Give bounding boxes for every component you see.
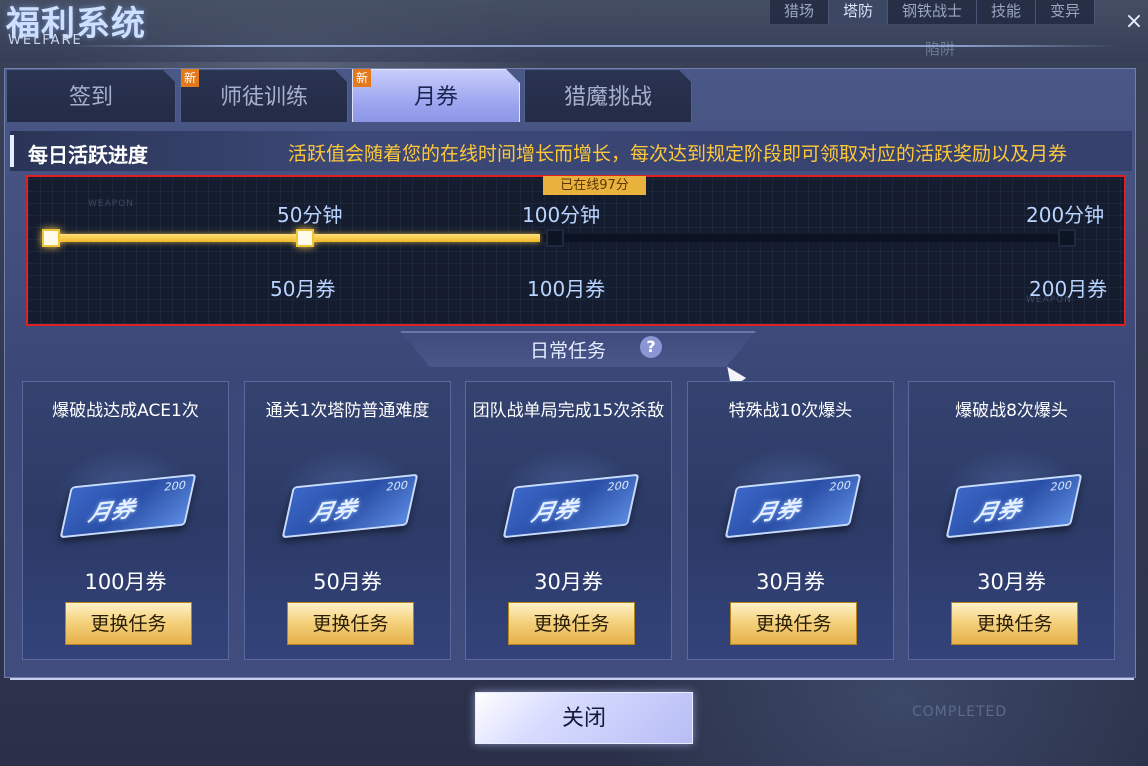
- ticket-number: 200: [384, 478, 410, 494]
- bg-trap-label: 陷阱: [925, 40, 956, 58]
- tab-demon-hunt[interactable]: 猎魔挑战: [524, 69, 692, 122]
- task-reward: 30月券: [534, 570, 603, 594]
- bg-tab-iron-warrior: 钢铁战士: [888, 0, 978, 24]
- task-name: 通关1次塔防普通难度: [265, 401, 430, 421]
- tab-sign-in[interactable]: 签到: [6, 69, 176, 122]
- progress-header: 每日活跃进度 活跃值会随着您的在线时间增长而增长，每次达到规定阶段即可领取对应的…: [10, 131, 1132, 171]
- task-card: 爆破战8次爆头 月券 200 30月券 更换任务: [908, 381, 1115, 660]
- milestone-node-200[interactable]: [1058, 229, 1076, 247]
- milestone-reward-200: 200月券: [1029, 277, 1108, 301]
- ticket-number: 200: [827, 478, 853, 494]
- background-tab-strip: 猎场 塔防 钢铁战士 技能 变异: [770, 0, 1096, 26]
- progress-title: 每日活跃进度: [28, 143, 148, 167]
- ticket-text: 月券: [86, 497, 137, 527]
- progress-description: 活跃值会随着您的在线时间增长而增长，每次达到规定阶段即可领取对应的活跃奖励以及月…: [288, 143, 1068, 165]
- change-task-button[interactable]: 更换任务: [508, 602, 635, 645]
- ticket-number: 200: [605, 478, 631, 494]
- progress-track-panel: WEAPON WEAPON: [26, 175, 1126, 326]
- new-badge: 新: [353, 69, 371, 87]
- tab-mentor-training[interactable]: 新 师徒训练: [180, 69, 348, 122]
- milestone-node-100[interactable]: [546, 229, 564, 247]
- change-task-button[interactable]: 更换任务: [951, 602, 1078, 645]
- task-name: 特殊战10次爆头: [728, 401, 853, 421]
- ticket-number: 200: [162, 478, 188, 494]
- help-icon[interactable]: ?: [640, 336, 662, 358]
- new-badge: 新: [181, 69, 199, 87]
- ticket-number: 200: [1048, 478, 1074, 494]
- task-reward: 30月券: [977, 570, 1046, 594]
- task-reward: 30月券: [756, 570, 825, 594]
- daily-tasks-title: 日常任务: [530, 340, 607, 362]
- online-time-badge: 已在线97分: [543, 176, 646, 195]
- ticket-text: 月券: [972, 497, 1023, 527]
- milestone-reward-50: 50月券: [270, 277, 336, 301]
- ticket-text: 月券: [751, 497, 802, 527]
- weapon-watermark: WEAPON: [88, 199, 134, 209]
- bg-tab-mutation: 变异: [1036, 0, 1096, 24]
- task-name: 爆破战8次爆头: [955, 401, 1068, 421]
- bg-tab-hunting: 猎场: [770, 0, 830, 24]
- bg-completed-text: COMPLETED: [912, 704, 1008, 720]
- ticket-text: 月券: [308, 497, 359, 527]
- milestone-time-100: 100分钟: [522, 203, 601, 227]
- change-task-button[interactable]: 更换任务: [287, 602, 414, 645]
- task-reward: 100月券: [84, 570, 167, 594]
- tab-label: 签到: [68, 85, 113, 110]
- task-card: 团队战单局完成15次杀敌 月券 200 30月券 更换任务: [465, 381, 672, 660]
- task-card: 特殊战10次爆头 月券 200 30月券 更换任务: [687, 381, 894, 660]
- task-card: 通关1次塔防普通难度 月券 200 50月券 更换任务: [244, 381, 451, 660]
- tab-bar: 签到 新 师徒训练 新 月券 猎魔挑战: [6, 69, 692, 122]
- task-name: 爆破战达成ACE1次: [52, 401, 199, 421]
- progress-fill: [50, 234, 540, 242]
- milestone-time-200: 200分钟: [1026, 203, 1105, 227]
- tab-label: 师徒训练: [219, 85, 308, 110]
- task-reward: 50月券: [313, 570, 382, 594]
- title-divider: [70, 45, 1118, 47]
- tab-label: 月券: [413, 85, 458, 110]
- close-button[interactable]: 关闭: [475, 692, 693, 744]
- tab-monthly-ticket[interactable]: 新 月券: [352, 69, 520, 122]
- milestone-time-50: 50分钟: [277, 203, 343, 227]
- bg-tab-tower-defense: 塔防: [829, 0, 889, 24]
- ticket-text: 月券: [529, 497, 580, 527]
- close-icon[interactable]: ×: [1122, 10, 1146, 34]
- tab-label: 猎魔挑战: [563, 85, 652, 110]
- change-task-button[interactable]: 更换任务: [730, 602, 857, 645]
- bottom-divider: [10, 678, 1134, 680]
- bg-tab-skills: 技能: [977, 0, 1037, 24]
- change-task-button[interactable]: 更换任务: [65, 602, 192, 645]
- progress-start-node: [42, 229, 60, 247]
- task-name: 团队战单局完成15次杀敌: [472, 401, 665, 421]
- milestone-node-50[interactable]: [296, 229, 314, 247]
- milestone-reward-100: 100月券: [527, 277, 606, 301]
- task-card: 爆破战达成ACE1次 月券 200 100月券 更换任务: [22, 381, 229, 660]
